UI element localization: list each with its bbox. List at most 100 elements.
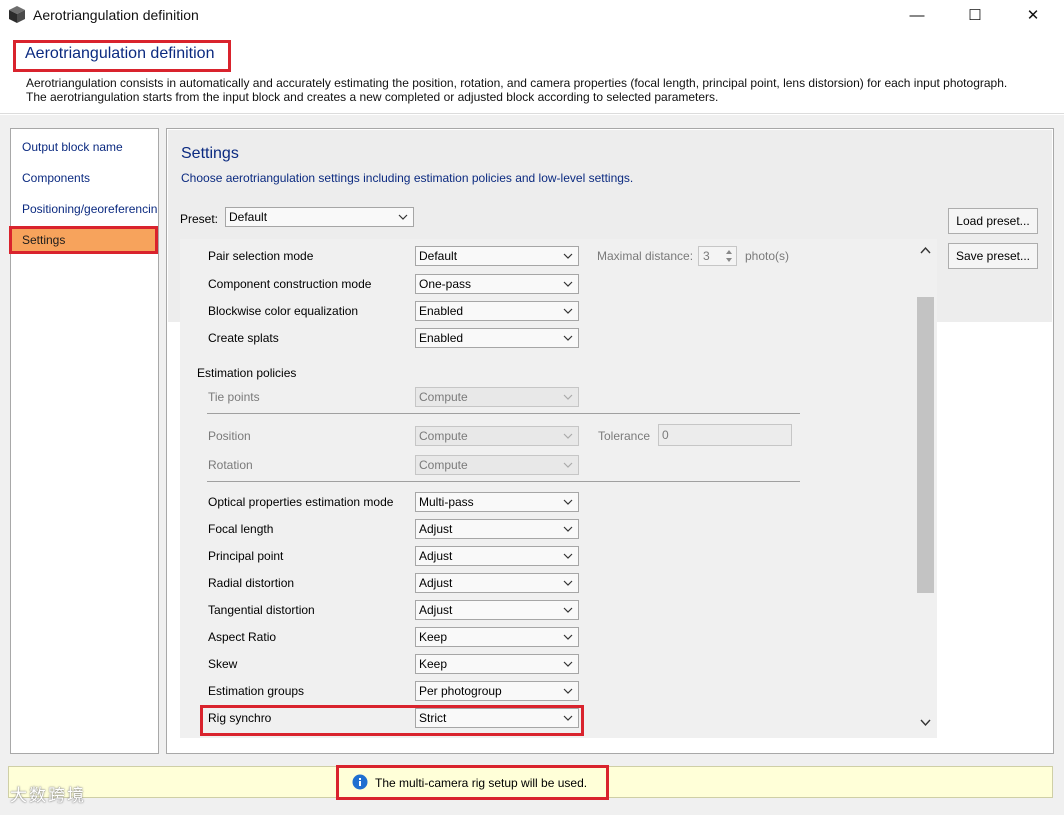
close-button[interactable]: ✕ <box>1004 0 1062 30</box>
nav-item-components[interactable]: Components <box>12 166 157 190</box>
label-create-splats: Create splats <box>208 331 279 345</box>
description-line-2: The aerotriangulation starts from the in… <box>26 90 719 104</box>
chevron-down-icon <box>563 553 573 559</box>
highlight-box-settings-nav <box>9 226 158 254</box>
select-estimation-groups[interactable]: Per photogroup <box>415 681 579 701</box>
value-rotation: Compute <box>419 458 468 472</box>
spin-maximal-distance: 3 <box>698 246 737 266</box>
label-principal-point: Principal point <box>208 549 284 563</box>
preset-select[interactable]: Default <box>225 207 414 227</box>
chevron-down-icon <box>563 394 573 400</box>
maximize-icon: ☐ <box>968 7 982 24</box>
select-optical-properties-estimation-mode[interactable]: Multi-pass <box>415 492 579 512</box>
chevron-down-icon <box>563 308 573 314</box>
chevron-down-icon <box>563 526 573 532</box>
highlight-box-rig-synchro <box>200 705 584 736</box>
label-position: Position <box>208 429 251 443</box>
label-pair-selection-mode: Pair selection mode <box>208 249 314 263</box>
select-rotation: Compute <box>415 455 579 475</box>
scroll-up-icon[interactable] <box>919 245 932 255</box>
label-radial-distortion: Radial distortion <box>208 576 295 590</box>
nav-item-positioning-label: Positioning/georeferencing <box>22 202 157 216</box>
spinner-arrows-icon <box>726 250 732 262</box>
wizard-header: Aerotriangulation definition Aerotriangu… <box>0 30 1064 114</box>
settings-scrollbar[interactable] <box>915 239 936 738</box>
label-optical-properties-estimation-mode: Optical properties estimation mode <box>208 495 394 509</box>
page-title: Aerotriangulation definition <box>25 45 215 62</box>
select-blockwise-color-equalization[interactable]: Enabled <box>415 301 579 321</box>
select-tie-points: Compute <box>415 387 579 407</box>
settings-title: Settings <box>181 145 239 162</box>
label-rotation: Rotation <box>208 458 253 472</box>
select-tangential-distortion[interactable]: Adjust <box>415 600 579 620</box>
chevron-down-icon <box>563 607 573 613</box>
value-maximal-distance: 3 <box>703 249 710 263</box>
window-title: Aerotriangulation definition <box>33 7 199 23</box>
select-focal-length[interactable]: Adjust <box>415 519 579 539</box>
chevron-down-icon <box>563 661 573 667</box>
separator-2 <box>207 481 800 482</box>
save-preset-button[interactable]: Save preset... <box>948 243 1038 269</box>
minimize-button[interactable]: — <box>888 0 946 30</box>
load-preset-button[interactable]: Load preset... <box>948 208 1038 234</box>
nav-item-positioning[interactable]: Positioning/georeferencing <box>12 197 157 221</box>
value-pair-selection-mode: Default <box>419 249 458 263</box>
value-blockwise-color-equalization: Enabled <box>419 304 464 318</box>
value-tie-points: Compute <box>419 390 468 404</box>
label-tie-points: Tie points <box>208 390 260 404</box>
chevron-down-icon <box>563 688 573 694</box>
page-description: Aerotriangulation consists in automatica… <box>26 76 1056 104</box>
select-aspect-ratio[interactable]: Keep <box>415 627 579 647</box>
nav-item-output-block-name[interactable]: Output block name <box>12 135 157 159</box>
chevron-down-icon <box>398 214 408 220</box>
app-cube-icon <box>9 6 25 23</box>
value-principal-point: Adjust <box>419 549 453 563</box>
value-position: Compute <box>419 429 468 443</box>
preset-value: Default <box>229 210 268 224</box>
separator-1 <box>207 413 800 414</box>
label-blockwise-color-equalization: Blockwise color equalization <box>208 304 359 318</box>
label-aspect-ratio: Aspect Ratio <box>208 630 277 644</box>
label-skew: Skew <box>208 657 238 671</box>
preset-label: Preset: <box>180 212 219 226</box>
maximize-button[interactable]: ☐ <box>946 0 1004 30</box>
label-estimation-groups: Estimation groups <box>208 684 305 698</box>
value-radial-distortion: Adjust <box>419 576 453 590</box>
value-aspect-ratio: Keep <box>419 630 448 644</box>
scrollbar-thumb[interactable] <box>917 297 934 593</box>
scroll-down-icon[interactable] <box>919 718 932 728</box>
select-skew[interactable]: Keep <box>415 654 579 674</box>
label-tangential-distortion: Tangential distortion <box>208 603 315 617</box>
select-pair-selection-mode[interactable]: Default <box>415 246 579 266</box>
input-tolerance: 0 <box>658 424 792 446</box>
value-focal-length: Adjust <box>419 522 453 536</box>
chevron-down-icon <box>563 281 573 287</box>
chevron-down-icon <box>563 634 573 640</box>
select-radial-distortion[interactable]: Adjust <box>415 573 579 593</box>
value-estimation-groups: Per photogroup <box>419 684 502 698</box>
value-tangential-distortion: Adjust <box>419 603 453 617</box>
select-create-splats[interactable]: Enabled <box>415 328 579 348</box>
value-create-splats: Enabled <box>419 331 464 345</box>
chevron-down-icon <box>563 580 573 586</box>
description-line-1: Aerotriangulation consists in automatica… <box>26 76 1008 90</box>
highlight-box-status <box>336 765 609 800</box>
select-principal-point[interactable]: Adjust <box>415 546 579 566</box>
close-icon: ✕ <box>1026 7 1040 24</box>
value-optical-properties-estimation-mode: Multi-pass <box>419 495 474 509</box>
label-tolerance: Tolerance <box>598 429 651 443</box>
chevron-down-icon <box>563 462 573 468</box>
chevron-down-icon <box>563 499 573 505</box>
label-maximal-distance-unit: photo(s) <box>745 249 790 263</box>
wizard-steps-nav: Output block name Components Positioning… <box>10 128 159 754</box>
value-component-construction-mode: One-pass <box>419 277 472 291</box>
select-component-construction-mode[interactable]: One-pass <box>415 274 579 294</box>
chevron-down-icon <box>563 433 573 439</box>
value-skew: Keep <box>419 657 448 671</box>
label-component-construction-mode: Component construction mode <box>208 277 372 291</box>
chevron-down-icon <box>563 335 573 341</box>
minimize-icon: — <box>909 6 925 24</box>
chevron-down-icon <box>563 253 573 259</box>
title-bar: Aerotriangulation definition — ☐ ✕ <box>0 0 1064 30</box>
label-focal-length: Focal length <box>208 522 274 536</box>
